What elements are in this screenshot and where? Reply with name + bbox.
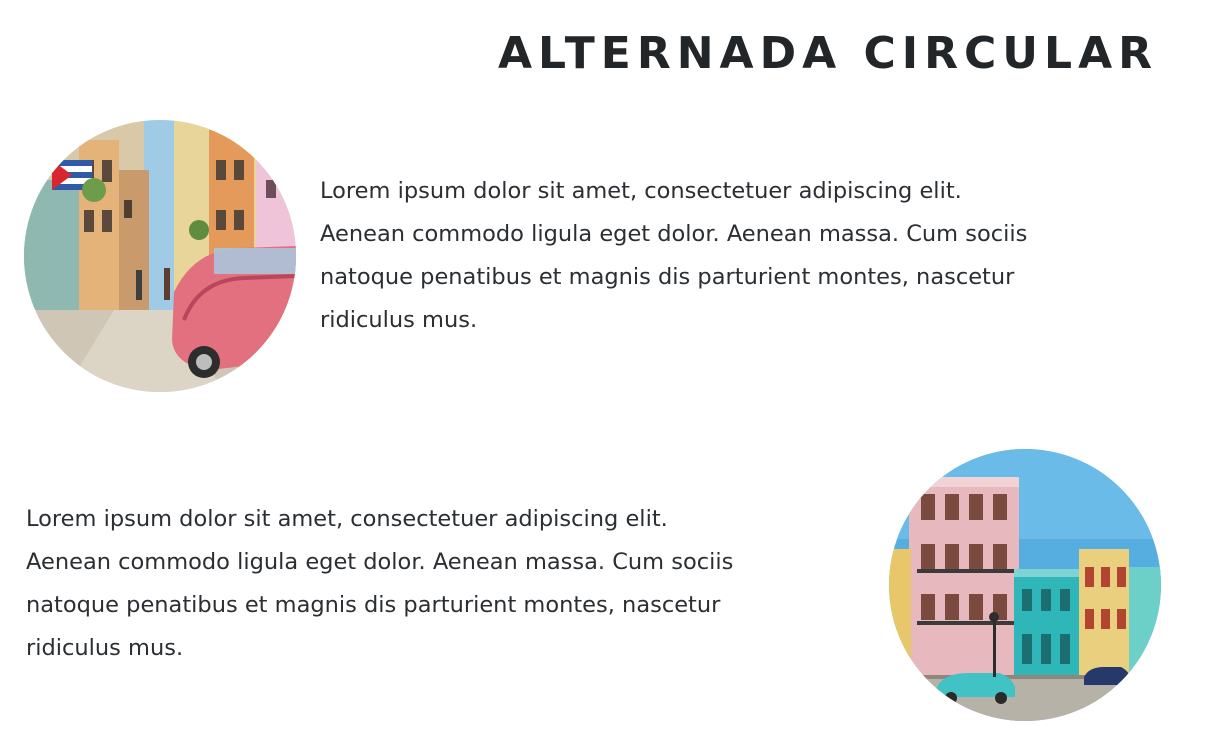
section-2-line: ridiculus mus. — [26, 635, 184, 661]
section-1-line: Lorem ipsum dolor sit amet, consectetuer… — [320, 178, 962, 204]
section-2-line: natoque penatibus et magnis dis parturie… — [26, 592, 721, 618]
section-1-line: Aenean commodo ligula eget dolor. Aenean… — [320, 221, 1028, 247]
section-1-line: natoque penatibus et magnis dis parturie… — [320, 264, 1015, 290]
section-2-text: Lorem ipsum dolor sit amet, consectetuer… — [26, 498, 881, 670]
havana-buildings-photo-icon — [889, 449, 1161, 721]
section-1-text: Lorem ipsum dolor sit amet, consectetuer… — [320, 170, 1180, 342]
section-2-line: Lorem ipsum dolor sit amet, consectetuer… — [26, 506, 668, 532]
havana-street-photo-icon — [24, 120, 296, 392]
havana-buildings-image — [889, 449, 1161, 721]
page-title: ALTERNADA CIRCULAR — [497, 28, 1158, 79]
section-2-line: Aenean commodo ligula eget dolor. Aenean… — [26, 549, 734, 575]
section-1-line: ridiculus mus. — [320, 307, 478, 333]
havana-street-image — [24, 120, 296, 392]
